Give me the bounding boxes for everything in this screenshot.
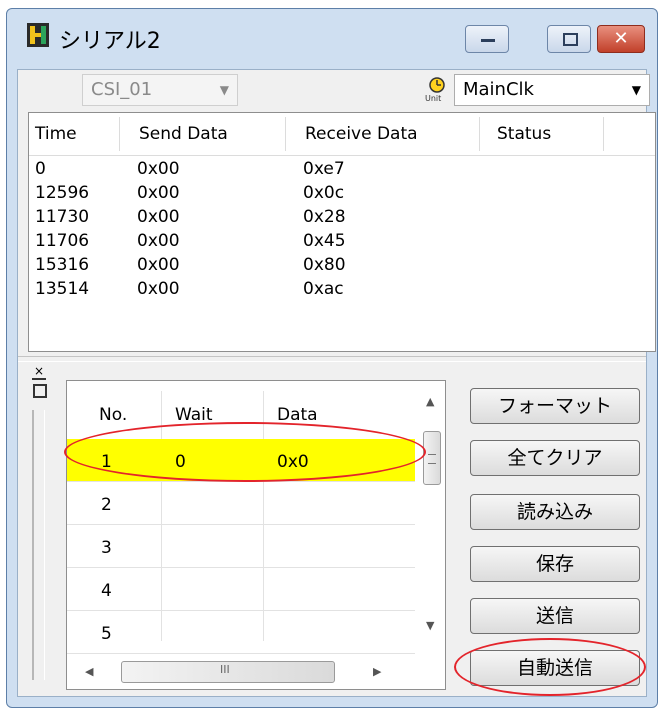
send-button[interactable]: 送信 (470, 598, 640, 634)
panel-tools: × (28, 362, 52, 690)
load-button[interactable]: 読み込み (470, 494, 640, 530)
panel-resize-handle[interactable] (32, 410, 45, 680)
grid-row[interactable]: 5 (67, 611, 415, 654)
close-button[interactable]: ✕ (597, 25, 645, 53)
column-status[interactable]: Status (497, 124, 551, 144)
app-icon (27, 23, 49, 47)
scroll-down-icon[interactable]: ▼ (426, 619, 434, 632)
column-wait[interactable]: Wait (175, 405, 213, 425)
restore-panel-icon[interactable] (33, 384, 47, 398)
cell-no: 5 (101, 624, 112, 644)
minimize-button[interactable] (465, 25, 509, 53)
scroll-left-icon[interactable]: ◀ (85, 665, 93, 678)
client-area: CSI_01 ▼ Unit MainClk ▼ Time Send Data R… (17, 69, 656, 697)
format-button[interactable]: フォーマット (470, 388, 640, 424)
channel-select-value: CSI_01 (91, 79, 153, 100)
scroll-up-icon[interactable]: ▲ (426, 395, 434, 408)
log-table-header: Time Send Data Receive Data Status (29, 113, 655, 156)
table-row[interactable]: 11730 0x00 0x28 (29, 207, 655, 229)
cell-receive: 0xac (303, 279, 344, 299)
cell-no: 3 (101, 538, 112, 558)
column-send-data[interactable]: Send Data (139, 124, 228, 144)
clock-unit-label: Unit (425, 94, 442, 103)
vertical-scroll-thumb[interactable] (423, 431, 441, 485)
minimize-icon (481, 39, 495, 42)
cell-data: 0x0 (277, 452, 309, 472)
maximize-icon (563, 33, 578, 46)
column-receive-data[interactable]: Receive Data (305, 124, 418, 144)
horizontal-scrollbar[interactable]: ◀ III ▶ (67, 655, 415, 689)
column-time[interactable]: Time (35, 124, 77, 144)
window-title: シリアル2 (59, 29, 161, 54)
table-row[interactable]: 11706 0x00 0x45 (29, 231, 655, 253)
splitter[interactable] (18, 356, 646, 362)
cell-receive: 0x80 (303, 255, 346, 275)
cell-time: 11706 (35, 231, 90, 251)
cell-send: 0x00 (137, 183, 180, 203)
cell-receive: 0x45 (303, 231, 346, 251)
cell-receive: 0x0c (303, 183, 345, 203)
cell-no: 4 (101, 581, 112, 601)
cell-send: 0x00 (137, 207, 180, 227)
cell-send: 0x00 (137, 279, 180, 299)
cell-no: 1 (101, 452, 112, 472)
cell-time: 11730 (35, 207, 90, 227)
clear-all-button[interactable]: 全てクリア (470, 440, 640, 476)
serial-window: シリアル2 ✕ CSI_01 ▼ Unit MainClk ▼ Time Sen… (6, 8, 658, 708)
cell-wait: 0 (175, 452, 186, 472)
cell-send: 0x00 (137, 231, 180, 251)
title-bar[interactable]: シリアル2 ✕ (7, 9, 657, 61)
clock-select[interactable]: MainClk ▼ (454, 74, 650, 106)
table-row[interactable]: 13514 0x00 0xac (29, 279, 655, 301)
cell-no: 2 (101, 495, 112, 515)
grid-row[interactable]: 4 (67, 568, 415, 611)
grid-row-selected[interactable]: 1 0 0x0 (67, 439, 415, 482)
chevron-down-icon: ▼ (631, 83, 641, 97)
cell-time: 15316 (35, 255, 90, 275)
table-row[interactable]: 15316 0x00 0x80 (29, 255, 655, 277)
column-no[interactable]: No. (99, 405, 127, 425)
auto-send-button[interactable]: 自動送信 (470, 650, 640, 686)
cell-receive: 0x28 (303, 207, 346, 227)
grid-row[interactable]: 2 (67, 482, 415, 525)
grid-header: No. Wait Data (67, 381, 415, 439)
clock-select-value: MainClk (463, 79, 534, 100)
horizontal-scroll-thumb[interactable]: III (121, 661, 335, 683)
cell-time: 12596 (35, 183, 90, 203)
save-button[interactable]: 保存 (470, 546, 640, 582)
table-row[interactable]: 12596 0x00 0x0c (29, 183, 655, 205)
maximize-button[interactable] (547, 25, 591, 53)
chevron-down-icon: ▼ (219, 83, 229, 97)
column-data[interactable]: Data (277, 405, 318, 425)
cell-receive: 0xe7 (303, 159, 345, 179)
close-icon: ✕ (613, 28, 629, 49)
scroll-grip-label: III (220, 663, 230, 676)
close-panel-icon[interactable]: × (32, 364, 46, 380)
log-table: Time Send Data Receive Data Status 0 0x0… (28, 112, 656, 352)
cell-time: 13514 (35, 279, 90, 299)
send-data-grid: No. Wait Data 1 0 0x0 2 3 4 5 ▲ ▼ ◀ III … (66, 380, 446, 690)
cell-time: 0 (35, 159, 46, 179)
scroll-right-icon[interactable]: ▶ (373, 665, 381, 678)
cell-send: 0x00 (137, 255, 180, 275)
cell-send: 0x00 (137, 159, 180, 179)
vertical-scrollbar[interactable]: ▲ ▼ (417, 381, 445, 651)
channel-select[interactable]: CSI_01 ▼ (82, 74, 238, 106)
table-row[interactable]: 0 0x00 0xe7 (29, 159, 655, 181)
grid-row[interactable]: 3 (67, 525, 415, 568)
